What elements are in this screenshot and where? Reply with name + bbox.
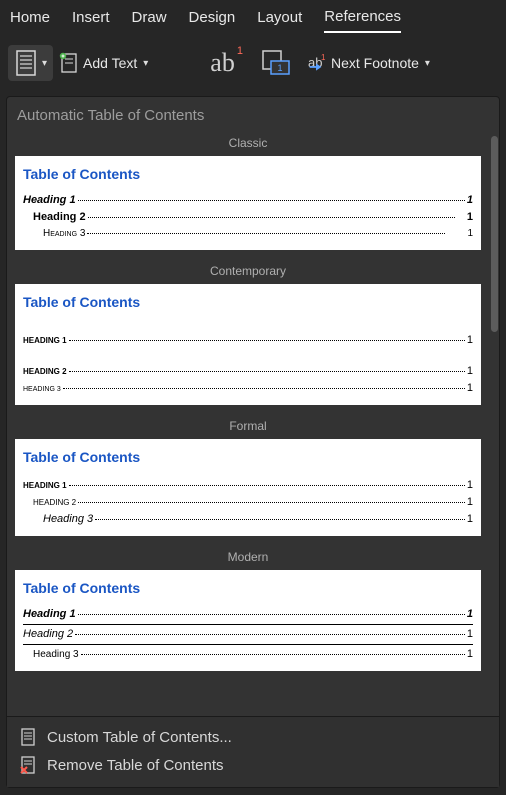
- toc-row-label: HEADING 2: [33, 494, 76, 511]
- toc-row-page: 1: [467, 511, 473, 528]
- scrollbar-thumb[interactable]: [491, 136, 498, 332]
- leader-dots: [75, 634, 465, 635]
- document-icon: [19, 727, 37, 747]
- toc-row-label: Heading 2: [33, 209, 86, 226]
- toc-row-label: Heading 3: [43, 511, 93, 528]
- toc-row-page: 1: [467, 363, 473, 380]
- toc-title: Table of Contents: [23, 449, 473, 465]
- toc-row-label: HEADING 2: [23, 363, 67, 380]
- toc-row-page: 1: [467, 380, 473, 397]
- toc-title: Table of Contents: [23, 166, 473, 182]
- add-text-label: Add Text: [83, 55, 137, 71]
- leader-dots: [78, 200, 465, 201]
- ribbon-tabs: Home Insert Draw Design Layout Reference…: [0, 0, 506, 34]
- toc-row-page: 1: [467, 626, 473, 643]
- next-footnote-label: Next Footnote: [331, 55, 419, 71]
- toc-gallery-dropdown: Automatic Table of Contents Classic Tabl…: [6, 96, 500, 788]
- chevron-down-icon: ▾: [425, 58, 430, 69]
- toc-row-page: 1: [467, 226, 473, 242]
- toc-row-label: HEADING 3: [23, 381, 61, 397]
- toc-row-label: Heading 2: [23, 626, 73, 643]
- toc-preview-formal[interactable]: Table of Contents HEADING 11 HEADING 21 …: [15, 439, 481, 536]
- toc-row-page: 1: [467, 646, 473, 663]
- toc-title: Table of Contents: [23, 580, 473, 596]
- toc-row-label: Heading 3: [33, 647, 79, 663]
- toc-styles-scroll[interactable]: Classic Table of Contents Heading 1 1 Hea…: [7, 132, 499, 716]
- references-toolbar: ▾ Add Text▾ ab1 1: [0, 34, 506, 92]
- style-caption-formal: Formal: [7, 415, 489, 439]
- style-caption-modern: Modern: [7, 546, 489, 570]
- chevron-down-icon: ▾: [42, 58, 47, 69]
- dropdown-footer: Custom Table of Contents... Remove Table…: [7, 716, 499, 787]
- toc-preview-classic[interactable]: Table of Contents Heading 11 Heading 21 …: [15, 156, 481, 250]
- toc-row-label: Heading 1: [23, 192, 76, 209]
- svg-text:1: 1: [321, 53, 326, 62]
- add-text-button[interactable]: Add Text ▾: [59, 51, 148, 75]
- leader-dots: [78, 614, 465, 615]
- caption-icon: 1: [261, 49, 291, 77]
- toc-row-page: 1: [467, 209, 473, 226]
- tab-references[interactable]: References: [324, 8, 401, 33]
- toc-row-page: 1: [467, 494, 473, 511]
- next-footnote-icon: ab 1: [307, 52, 327, 74]
- remove-toc-option[interactable]: Remove Table of Contents: [15, 751, 491, 779]
- leader-dots: [69, 340, 465, 341]
- leader-dots: [81, 654, 465, 655]
- style-caption-contemporary: Contemporary: [7, 260, 489, 284]
- insert-footnote-button[interactable]: ab1: [210, 48, 245, 78]
- leader-dots: [87, 233, 445, 234]
- remove-toc-label: Remove Table of Contents: [47, 757, 224, 774]
- footnote-superscript-icon: 1: [237, 45, 243, 57]
- leader-dots: [95, 519, 465, 520]
- tab-draw[interactable]: Draw: [132, 9, 167, 32]
- table-of-contents-button[interactable]: ▾: [8, 45, 53, 81]
- svg-text:1: 1: [277, 63, 282, 73]
- toc-preview-modern[interactable]: Table of Contents Heading 11 Heading 21 …: [15, 570, 481, 671]
- toc-preview-contemporary[interactable]: Table of Contents HEADING 11 HEADING 21 …: [15, 284, 481, 405]
- tab-design[interactable]: Design: [189, 9, 236, 32]
- tab-insert[interactable]: Insert: [72, 9, 110, 32]
- dropdown-section-title: Automatic Table of Contents: [7, 97, 499, 132]
- leader-dots: [63, 388, 465, 389]
- footnote-icon: ab: [210, 48, 235, 78]
- toc-row-page: 1: [467, 192, 473, 209]
- add-text-icon: [59, 51, 79, 75]
- toc-row-label: HEADING 1: [23, 330, 67, 349]
- insert-caption-button[interactable]: 1: [261, 49, 291, 77]
- toc-row-label: HEADING 1: [23, 475, 67, 494]
- tab-home[interactable]: Home: [10, 9, 50, 32]
- toc-row-page: 1: [467, 332, 473, 349]
- toc-row-label: Heading 1: [23, 606, 76, 623]
- tab-layout[interactable]: Layout: [257, 9, 302, 32]
- toc-row-page: 1: [467, 477, 473, 494]
- style-caption-classic: Classic: [7, 132, 489, 156]
- document-remove-icon: [19, 755, 37, 775]
- toc-row-page: 1: [467, 606, 473, 623]
- leader-dots: [78, 502, 465, 503]
- leader-dots: [69, 485, 465, 486]
- chevron-down-icon: ▾: [143, 58, 148, 69]
- leader-dots: [69, 371, 465, 372]
- toc-row-label: Heading 3: [43, 226, 85, 242]
- custom-toc-label: Custom Table of Contents...: [47, 729, 232, 746]
- toc-icon: [14, 49, 38, 77]
- toc-title: Table of Contents: [23, 294, 473, 310]
- custom-toc-option[interactable]: Custom Table of Contents...: [15, 723, 491, 751]
- next-footnote-button[interactable]: ab 1 Next Footnote ▾: [307, 52, 430, 74]
- leader-dots: [88, 217, 455, 218]
